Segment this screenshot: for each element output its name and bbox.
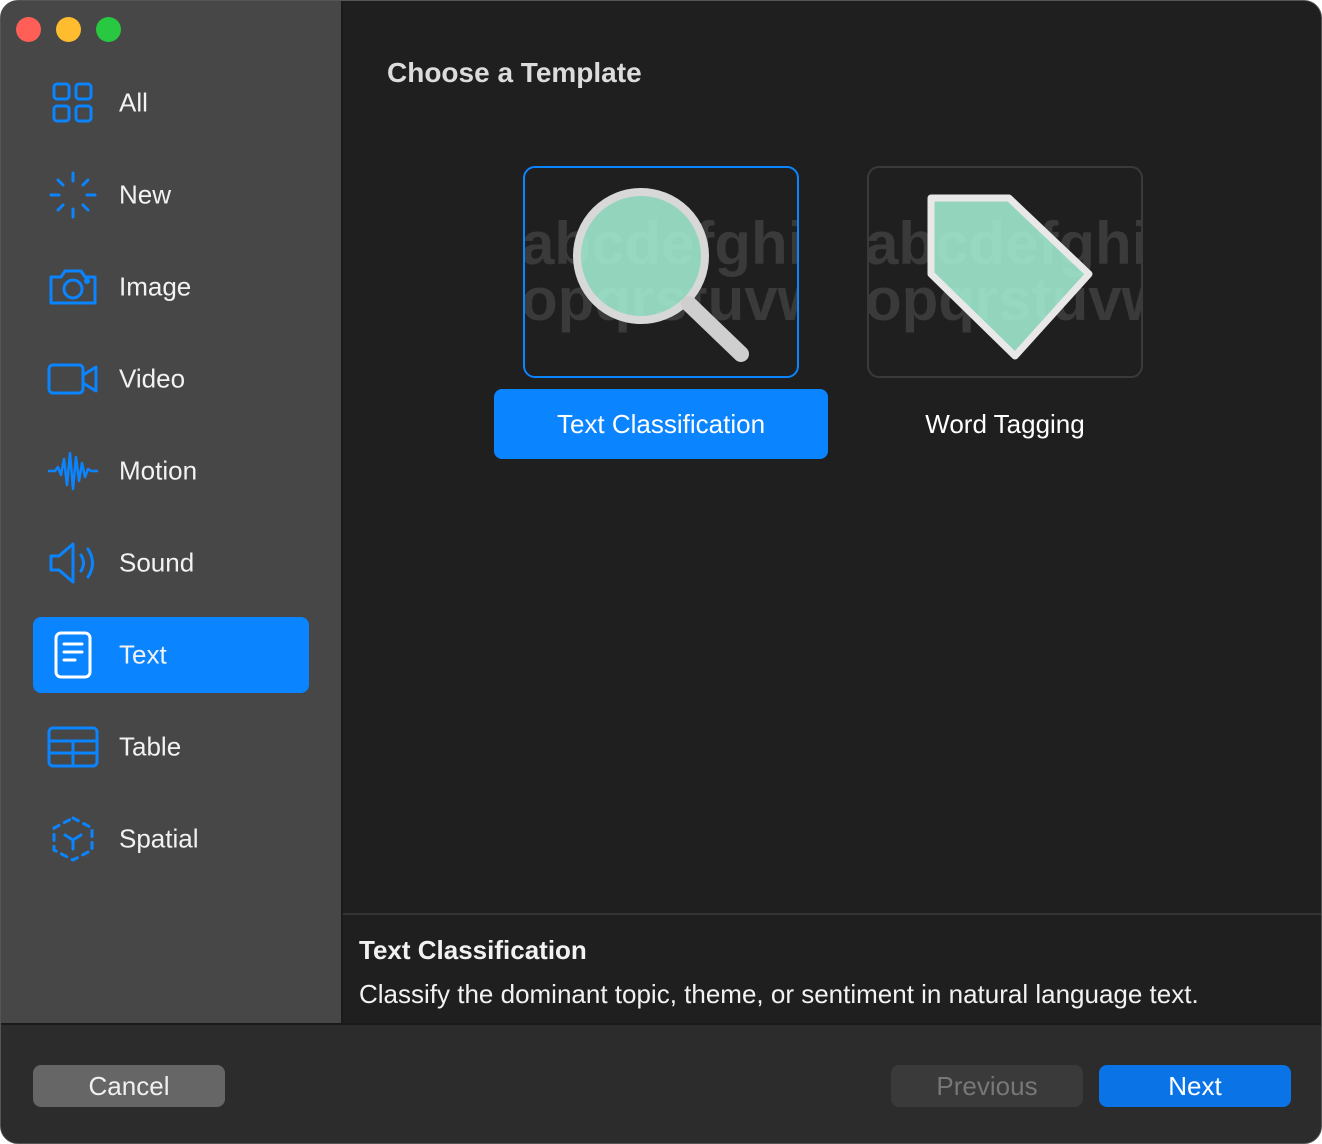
sidebar-item-motion[interactable]: Motion	[33, 433, 309, 509]
magnifier-icon: abcdefghi opqrstuvw	[525, 188, 797, 362]
sidebar-item-text[interactable]: Text	[33, 617, 309, 693]
cancel-button[interactable]: Cancel	[33, 1065, 225, 1107]
sidebar-item-label: Image	[119, 271, 192, 302]
sidebar-item-label: Sound	[119, 547, 195, 578]
minimize-window-button[interactable]	[56, 17, 81, 42]
template-card-word-tagging[interactable]: abcdefghi opqrstuvw	[867, 166, 1143, 378]
sidebar-item-label: Table	[119, 731, 182, 762]
page-title: Choose a Template	[387, 57, 642, 88]
footer-bar: Cancel Previous Next	[1, 1023, 1321, 1143]
template-card-text-classification[interactable]: abcdefghi opqrstuvw	[523, 166, 799, 378]
template-description-title: Text Classification	[359, 935, 587, 965]
table-icon	[47, 721, 99, 773]
grid-icon	[47, 77, 99, 129]
camera-icon	[47, 261, 99, 313]
sidebar-item-label: New	[119, 179, 172, 210]
sidebar-item-label: Spatial	[119, 823, 199, 854]
sidebar: All New Image Video Motion Sound Text Ta…	[1, 1, 341, 1023]
template-chooser-window: All New Image Video Motion Sound Text Ta…	[0, 0, 1322, 1144]
sidebar-item-label: All	[119, 87, 148, 118]
template-description-panel: Text Classification Classify the dominan…	[343, 913, 1321, 1023]
sidebar-item-new[interactable]: New	[33, 157, 309, 233]
sidebar-item-image[interactable]: Image	[33, 249, 309, 325]
sidebar-item-label: Text	[119, 639, 167, 670]
template-label-text-classification[interactable]: Text Classification	[494, 389, 828, 459]
sidebar-item-spatial[interactable]: Spatial	[33, 801, 309, 877]
speaker-icon	[47, 537, 99, 589]
zoom-window-button[interactable]	[96, 17, 121, 42]
waveform-icon	[47, 445, 99, 497]
template-label-word-tagging[interactable]: Word Tagging	[838, 389, 1172, 459]
document-icon	[47, 629, 99, 681]
template-area: Choose a Template abcdefghi opqrstuvw Te…	[343, 1, 1321, 913]
sidebar-item-sound[interactable]: Sound	[33, 525, 309, 601]
sparkle-icon	[47, 169, 99, 221]
template-description-text: Classify the dominant topic, theme, or s…	[359, 979, 1199, 1009]
sidebar-item-label: Motion	[119, 455, 198, 486]
sidebar-item-table[interactable]: Table	[33, 709, 309, 785]
previous-button[interactable]: Previous	[891, 1065, 1083, 1107]
close-window-button[interactable]	[16, 17, 41, 42]
video-icon	[47, 353, 99, 405]
cube-icon	[47, 813, 99, 865]
sidebar-item-label: Video	[119, 363, 186, 394]
tag-icon: abcdefghi opqrstuvw	[869, 194, 1141, 360]
sidebar-item-all[interactable]: All	[33, 65, 309, 141]
next-button[interactable]: Next	[1099, 1065, 1291, 1107]
sidebar-item-video[interactable]: Video	[33, 341, 309, 417]
